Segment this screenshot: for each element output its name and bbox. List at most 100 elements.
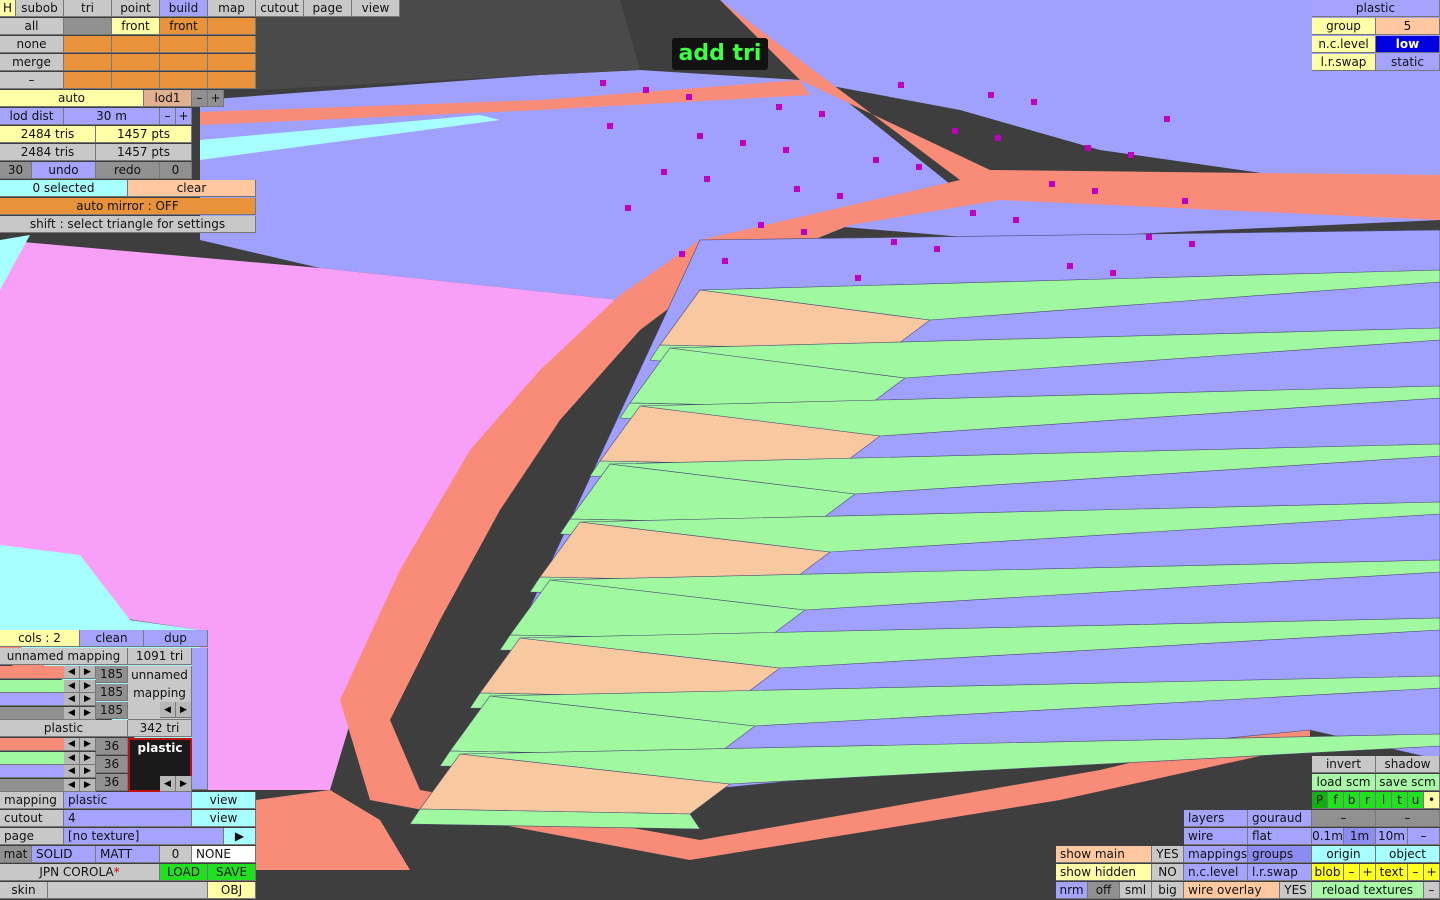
blob-minus-button[interactable]: – xyxy=(1344,864,1360,881)
vertex-marker[interactable] xyxy=(686,94,692,100)
text-plus-button[interactable]: + xyxy=(1424,864,1440,881)
vertex-marker[interactable] xyxy=(952,128,958,134)
vertex-marker[interactable] xyxy=(1146,234,1152,240)
grid-cell[interactable] xyxy=(64,36,112,53)
vertex-marker[interactable] xyxy=(697,133,703,139)
vertex-marker[interactable] xyxy=(607,123,613,129)
vertex-marker[interactable] xyxy=(1092,188,1098,194)
arrow-right-icon[interactable]: ▶ xyxy=(80,680,96,693)
arrow-right-icon[interactable]: ▶ xyxy=(80,707,96,720)
arrow-right-icon[interactable]: ▶ xyxy=(80,765,96,778)
show-main-toggle[interactable]: YES xyxy=(1152,846,1184,863)
cutout-view-button[interactable]: view xyxy=(192,810,256,827)
mappings-button[interactable]: mappings xyxy=(1184,846,1248,863)
arrow-left-icon[interactable]: ◀ xyxy=(64,765,80,778)
undo-button[interactable]: undo xyxy=(32,162,96,179)
grid-off-button[interactable]: – xyxy=(1408,828,1440,845)
big-button[interactable]: big xyxy=(1152,882,1184,899)
vertex-marker[interactable] xyxy=(819,111,825,117)
vertex-marker[interactable] xyxy=(1013,217,1019,223)
vertex-marker[interactable] xyxy=(625,205,631,211)
show-hidden-toggle[interactable]: NO xyxy=(1152,864,1184,881)
arrow-left-icon[interactable]: ◀ xyxy=(64,680,80,693)
lod-level[interactable]: lod1 xyxy=(144,90,192,107)
vertex-marker[interactable] xyxy=(1164,116,1170,122)
grid-1m-button[interactable]: 1m xyxy=(1344,828,1376,845)
tab-cutout[interactable]: cutout xyxy=(256,0,304,17)
save-scm-button[interactable]: save scm xyxy=(1376,774,1440,791)
view-t-button[interactable]: t xyxy=(1392,792,1408,809)
vertex-marker[interactable] xyxy=(1049,181,1055,187)
play-icon[interactable]: ▶ xyxy=(224,828,256,845)
redo-button[interactable]: redo xyxy=(96,162,160,179)
grid-cell[interactable] xyxy=(64,54,112,71)
dup-button[interactable]: dup xyxy=(144,630,208,647)
vertex-marker[interactable] xyxy=(873,157,879,163)
off-button[interactable]: off xyxy=(1088,882,1120,899)
arrow-right-icon[interactable]: ▶ xyxy=(80,693,96,706)
vertex-marker[interactable] xyxy=(740,140,746,146)
lr-swap-value[interactable]: static xyxy=(1376,54,1440,71)
blob-plus-button[interactable]: + xyxy=(1360,864,1376,881)
vertex-marker[interactable] xyxy=(898,82,904,88)
mapping-channel-slider[interactable] xyxy=(0,666,64,679)
arrow-right-icon[interactable]: ▶ xyxy=(80,738,96,751)
vertex-marker[interactable] xyxy=(891,239,897,245)
grid-cell[interactable] xyxy=(208,72,256,89)
nc-level-button[interactable]: n.c.level xyxy=(1184,864,1248,881)
vertex-marker[interactable] xyxy=(1182,198,1188,204)
grid-cell[interactable] xyxy=(160,72,208,89)
none-field[interactable]: NONE xyxy=(192,846,256,863)
clear-button[interactable]: clear xyxy=(128,180,256,197)
nrm-button[interactable]: nrm xyxy=(1056,882,1088,899)
dash-button[interactable]: – xyxy=(0,72,64,89)
load-scm-button[interactable]: load scm xyxy=(1312,774,1376,791)
vertex-marker[interactable] xyxy=(794,186,800,192)
layers-button[interactable]: layers xyxy=(1184,810,1248,827)
grid-0.1m-button[interactable]: 0.1m xyxy=(1312,828,1344,845)
auto-mirror-toggle[interactable]: auto mirror : OFF xyxy=(0,198,256,215)
arrow-right-icon[interactable]: ▶ xyxy=(80,666,96,679)
grid-cell[interactable] xyxy=(64,72,112,89)
dash-button[interactable]: – xyxy=(1424,882,1440,899)
merge-button[interactable]: merge xyxy=(0,54,64,71)
mat-number[interactable]: 0 xyxy=(160,846,192,863)
grid-cell[interactable] xyxy=(112,36,160,53)
arrow-right-icon[interactable]: ▶ xyxy=(80,779,96,792)
grid-cell[interactable] xyxy=(208,36,256,53)
nc-level-value[interactable]: low xyxy=(1376,36,1440,53)
vertex-marker[interactable] xyxy=(1067,263,1073,269)
color-list-scrollbar[interactable] xyxy=(192,648,208,790)
material-channel-slider[interactable] xyxy=(0,738,64,751)
arrow-right-icon[interactable]: ▶ xyxy=(176,702,192,718)
grid-cell[interactable] xyxy=(64,18,112,35)
skin-field[interactable] xyxy=(48,882,208,899)
wire-overlay-toggle[interactable]: YES xyxy=(1280,882,1312,899)
vertex-marker[interactable] xyxy=(776,104,782,110)
vertex-marker[interactable] xyxy=(1031,99,1037,105)
tab-subob[interactable]: subob xyxy=(16,0,64,17)
view-l-button[interactable]: l xyxy=(1376,792,1392,809)
vertex-marker[interactable] xyxy=(600,80,606,86)
clean-button[interactable]: clean xyxy=(80,630,144,647)
vertex-marker[interactable] xyxy=(1085,145,1091,151)
groups-button[interactable]: groups xyxy=(1248,846,1312,863)
grid-cell[interactable] xyxy=(160,36,208,53)
view-b-button[interactable]: b xyxy=(1344,792,1360,809)
lod-minus-button[interactable]: – xyxy=(192,90,208,107)
vertex-marker[interactable] xyxy=(783,147,789,153)
lod-dist-minus[interactable]: – xyxy=(160,108,176,125)
material-channel-slider[interactable] xyxy=(0,779,64,792)
front-button-2[interactable]: front xyxy=(160,18,208,35)
arrow-right-icon[interactable]: ▶ xyxy=(176,776,192,792)
lod-dist-plus[interactable]: + xyxy=(176,108,192,125)
vertex-marker[interactable] xyxy=(704,176,710,182)
select-none-button[interactable]: none xyxy=(0,36,64,53)
3d-viewport[interactable] xyxy=(0,0,1440,900)
vertex-marker[interactable] xyxy=(970,210,976,216)
sml-button[interactable]: sml xyxy=(1120,882,1152,899)
tab-build[interactable]: build xyxy=(160,0,208,17)
solid-button[interactable]: SOLID xyxy=(32,846,96,863)
arrow-left-icon[interactable]: ◀ xyxy=(64,779,80,792)
vertex-marker[interactable] xyxy=(855,275,861,281)
